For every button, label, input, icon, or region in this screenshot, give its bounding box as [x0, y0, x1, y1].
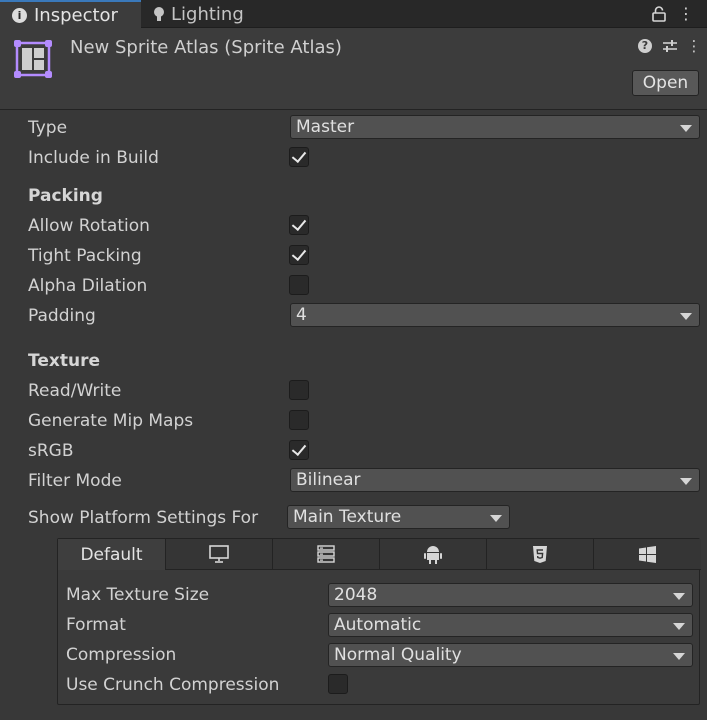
tab-lighting-label: Lighting: [171, 3, 244, 25]
include-in-build-checkbox[interactable]: [289, 147, 309, 167]
format-value: Automatic: [334, 615, 422, 635]
monitor-icon: [209, 545, 229, 563]
chevron-down-icon: [673, 653, 685, 660]
max-texture-size-label: Max Texture Size: [66, 585, 210, 605]
filter-mode-dropdown[interactable]: Bilinear: [290, 468, 700, 492]
filter-mode-value: Bilinear: [296, 470, 361, 490]
format-label: Format: [66, 615, 126, 635]
packing-section-title: Packing: [28, 186, 103, 206]
read-write-checkbox[interactable]: [289, 380, 309, 400]
window-tab-bar: i Inspector Lighting ⋮: [0, 0, 707, 28]
type-label: Type: [28, 118, 68, 138]
alpha-dilation-checkbox[interactable]: [289, 275, 309, 295]
padding-dropdown[interactable]: 4: [290, 303, 700, 327]
chevron-down-icon: [490, 515, 502, 522]
type-value: Master: [296, 117, 355, 137]
texture-section-title: Texture: [28, 351, 100, 371]
chevron-down-icon: [680, 313, 692, 320]
tab-default[interactable]: Default: [58, 539, 166, 570]
asset-title: New Sprite Atlas (Sprite Atlas): [70, 37, 342, 58]
read-write-label: Read/Write: [28, 381, 122, 401]
tab-webgl[interactable]: [487, 539, 594, 570]
platform-settings-dropdown[interactable]: Main Texture: [287, 505, 510, 529]
android-icon: [424, 544, 442, 564]
chevron-down-icon: [673, 593, 685, 600]
tab-inspector[interactable]: i Inspector: [0, 0, 141, 28]
use-crunch-label: Use Crunch Compression: [66, 675, 280, 695]
generate-mip-maps-checkbox[interactable]: [289, 410, 309, 430]
use-crunch-checkbox[interactable]: [328, 674, 348, 694]
help-icon[interactable]: ?: [638, 36, 656, 56]
tight-packing-checkbox[interactable]: [289, 245, 309, 265]
tab-inspector-label: Inspector: [34, 4, 118, 26]
html5-icon: [532, 545, 548, 564]
lock-icon[interactable]: [648, 2, 670, 26]
platform-settings-panel: Default Max Texture Size 2048 Format Aut…: [57, 538, 701, 705]
compression-dropdown[interactable]: Normal Quality: [328, 643, 693, 667]
tab-windows-store[interactable]: [594, 539, 701, 570]
format-dropdown[interactable]: Automatic: [328, 613, 693, 637]
max-texture-size-value: 2048: [334, 585, 378, 605]
chevron-down-icon: [673, 623, 685, 630]
filter-mode-label: Filter Mode: [28, 471, 122, 491]
compression-label: Compression: [66, 645, 177, 665]
sprite-atlas-icon: [13, 39, 53, 79]
srgb-checkbox[interactable]: [289, 440, 309, 460]
allow-rotation-checkbox[interactable]: [289, 215, 309, 235]
platform-settings-label: Show Platform Settings For: [28, 508, 259, 528]
padding-label: Padding: [28, 306, 96, 326]
tab-server[interactable]: [273, 539, 380, 570]
srgb-label: sRGB: [28, 441, 74, 461]
server-icon: [317, 545, 335, 563]
max-texture-size-dropdown[interactable]: 2048: [328, 583, 693, 607]
tab-standalone[interactable]: [166, 539, 273, 570]
more-options-icon[interactable]: ⋮: [675, 2, 697, 26]
compression-value: Normal Quality: [334, 645, 462, 665]
open-button[interactable]: Open: [632, 70, 699, 96]
tab-android[interactable]: [380, 539, 487, 570]
lightbulb-icon: [154, 7, 164, 21]
type-dropdown[interactable]: Master: [290, 115, 700, 139]
info-icon: i: [12, 7, 27, 23]
alpha-dilation-label: Alpha Dilation: [28, 276, 148, 296]
chevron-down-icon: [680, 125, 692, 132]
chevron-down-icon: [680, 478, 692, 485]
windows-icon: [639, 545, 656, 563]
presets-icon[interactable]: [661, 36, 679, 56]
generate-mip-maps-label: Generate Mip Maps: [28, 411, 194, 431]
include-in-build-label: Include in Build: [28, 148, 159, 168]
inspector-header: New Sprite Atlas (Sprite Atlas) ? ⋮ Open: [0, 28, 707, 110]
platform-settings-value: Main Texture: [293, 507, 402, 527]
tab-default-label: Default: [80, 544, 143, 565]
context-menu-icon[interactable]: ⋮: [685, 36, 703, 56]
padding-value: 4: [296, 305, 307, 325]
tight-packing-label: Tight Packing: [28, 246, 142, 266]
tab-lighting[interactable]: Lighting: [142, 0, 292, 28]
allow-rotation-label: Allow Rotation: [28, 216, 150, 236]
